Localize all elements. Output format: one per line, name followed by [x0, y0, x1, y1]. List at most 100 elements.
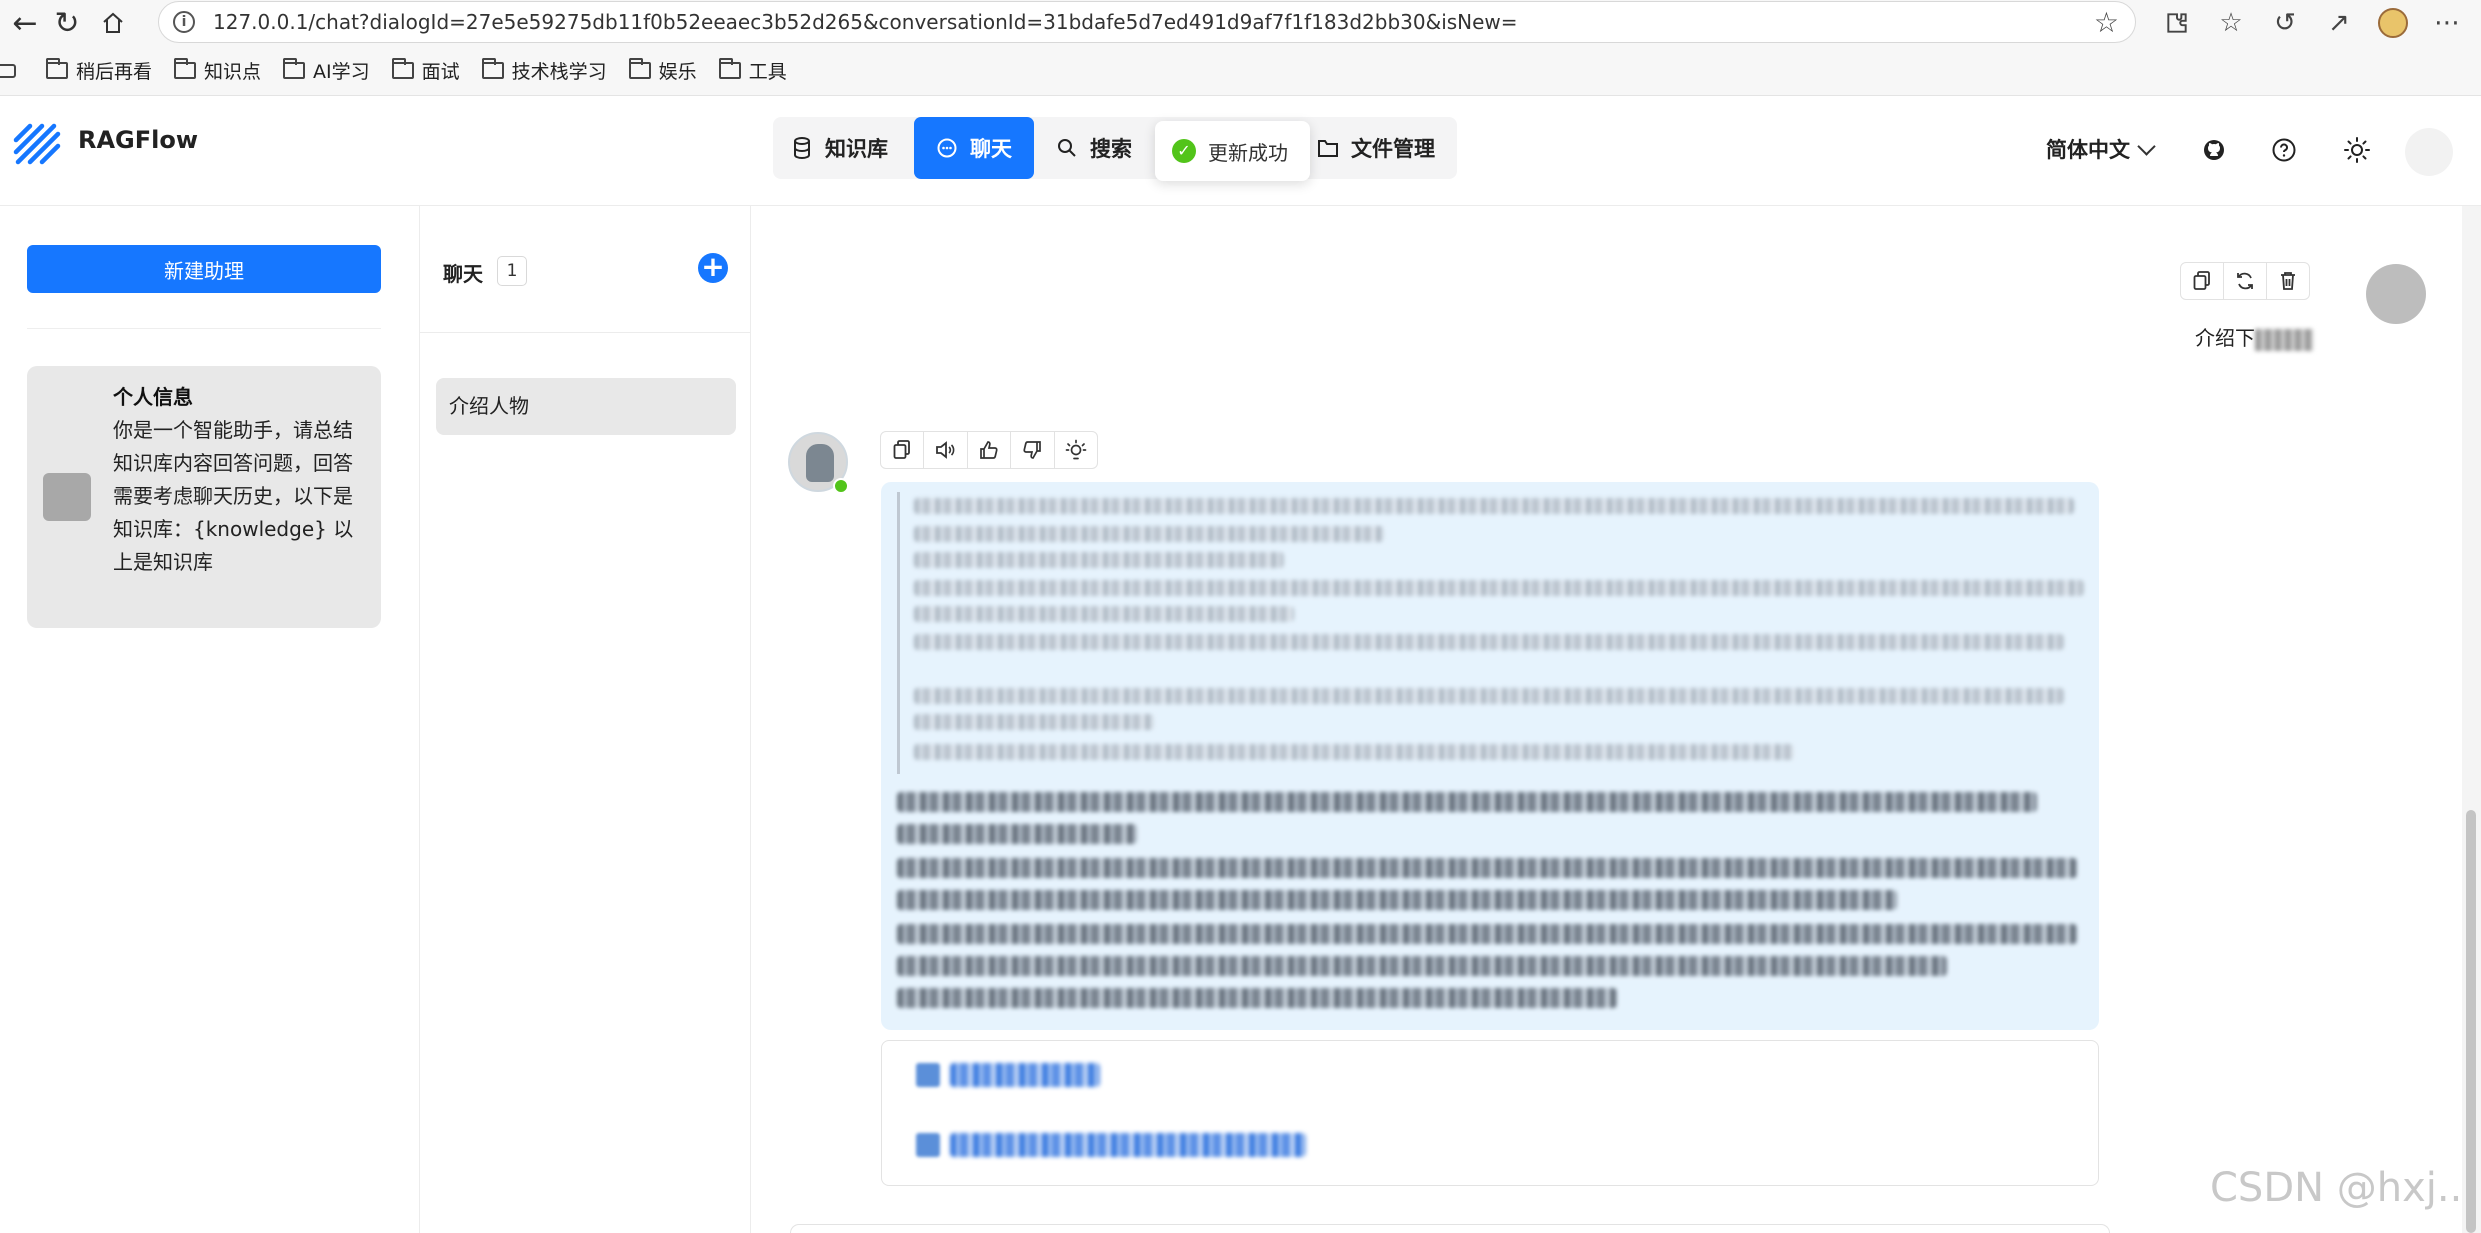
reload-icon[interactable]: ↻ — [42, 0, 92, 46]
ragflow-logo-icon[interactable] — [12, 118, 62, 168]
redacted-text — [897, 988, 1617, 1008]
redacted-text — [897, 890, 1897, 910]
site-info-icon[interactable]: i — [173, 11, 195, 33]
redacted-text — [897, 824, 1137, 844]
user-message-toolbar — [2180, 262, 2310, 300]
github-icon[interactable] — [2192, 128, 2236, 172]
tab-knowledge-base[interactable]: 知识库 — [791, 117, 888, 179]
redacted-text — [914, 714, 1154, 730]
conversation-header: 聊天 — [443, 262, 483, 286]
document-icon — [916, 1063, 940, 1087]
folder-icon — [174, 58, 197, 79]
redacted-text — [897, 924, 2077, 944]
reference-documents — [881, 1040, 2099, 1186]
history-icon[interactable]: ↺ — [2258, 0, 2312, 46]
folder-icon — [283, 58, 306, 79]
reference-link[interactable] — [950, 1133, 1306, 1157]
language-label: 简体中文 — [2046, 138, 2130, 162]
message-input[interactable] — [790, 1224, 2110, 1233]
redacted-text — [897, 858, 2077, 878]
lightbulb-icon[interactable] — [1055, 432, 1097, 468]
redacted-text — [914, 606, 1294, 622]
user-message-avatar — [2366, 264, 2426, 324]
favorite-star-icon[interactable]: ☆ — [2094, 6, 2119, 39]
bookmark-folder[interactable]: 面试 — [391, 57, 460, 84]
redacted-text — [914, 526, 1384, 542]
tab-label: 文件管理 — [1351, 137, 1435, 161]
divider — [27, 328, 381, 329]
new-assistant-button[interactable]: 新建助理 — [27, 245, 381, 293]
bookmark-label: 技术栈学习 — [511, 61, 607, 83]
speaker-icon[interactable] — [924, 432, 968, 468]
folder-icon — [628, 58, 651, 79]
regenerate-icon[interactable] — [2224, 263, 2267, 299]
bookmarks-toggle-icon[interactable] — [0, 63, 16, 78]
share-icon[interactable]: ↗ — [2312, 0, 2366, 46]
document-icon — [916, 1133, 940, 1157]
extensions-icon[interactable] — [2150, 0, 2204, 46]
address-bar[interactable]: i 127.0.0.1/chat?dialogId=27e5e59275db11… — [158, 1, 2136, 43]
assistant-message-bubble — [881, 482, 2099, 1030]
folder-icon — [1317, 137, 1339, 159]
chevron-down-icon — [2137, 136, 2156, 156]
toast-message: 更新成功 — [1208, 140, 1288, 165]
browser-toolbar: ← ↻ i 127.0.0.1/chat?dialogId=27e5e59275… — [0, 0, 2481, 46]
home-icon[interactable] — [88, 0, 138, 46]
bookmark-label: 工具 — [748, 61, 787, 83]
assistant-name: 个人信息 — [113, 385, 193, 409]
copy-icon[interactable] — [2181, 263, 2224, 299]
user-avatar[interactable] — [2405, 128, 2453, 176]
more-icon[interactable]: ⋯ — [2420, 0, 2474, 46]
conversation-item[interactable]: 介绍人物 — [436, 378, 736, 435]
scrollbar-thumb[interactable] — [2466, 810, 2476, 1233]
redacted-text — [914, 552, 1284, 568]
language-select[interactable]: 简体中文 — [2046, 134, 2156, 164]
assistant-card[interactable]: 个人信息 你是一个智能助手，请总结知识库内容回答问题，回答需要考虑聊天历史，以下… — [27, 366, 381, 628]
redacted-text — [914, 744, 1794, 760]
main-nav: 知识库 聊天 搜索 文件管理 — [773, 117, 1457, 179]
conversation-panel — [420, 206, 751, 1233]
redacted-text — [914, 688, 2064, 704]
redacted-text — [897, 792, 2037, 812]
copy-icon[interactable] — [881, 432, 925, 468]
tab-file-management[interactable]: 文件管理 — [1317, 117, 1435, 179]
tab-label: 聊天 — [970, 137, 1012, 161]
bookmark-label: AI学习 — [313, 61, 370, 83]
help-icon[interactable] — [2262, 128, 2306, 172]
bookmark-folder[interactable]: 娱乐 — [628, 57, 697, 84]
profile-icon[interactable] — [2366, 0, 2420, 46]
search-icon — [1056, 137, 1078, 159]
thumbs-up-icon[interactable] — [968, 432, 1012, 468]
tab-search[interactable]: 搜索 — [1056, 117, 1132, 179]
theme-toggle-icon[interactable] — [2335, 128, 2379, 172]
favorites-icon[interactable]: ☆ — [2204, 0, 2258, 46]
tab-label: 搜索 — [1090, 137, 1132, 161]
reference-link[interactable] — [950, 1063, 1100, 1087]
bookmark-folder[interactable]: 工具 — [718, 57, 787, 84]
assistant-sidebar — [0, 206, 420, 1233]
user-message-text: 介绍下 — [2195, 326, 2255, 350]
thinking-blockquote — [897, 492, 2084, 774]
delete-icon[interactable] — [2267, 263, 2309, 299]
bookmark-folder[interactable]: 稍后再看 — [46, 57, 152, 84]
success-toast: ✓ 更新成功 — [1155, 121, 1310, 181]
bookmark-label: 面试 — [421, 61, 460, 83]
bookmark-folder[interactable]: 技术栈学习 — [481, 57, 607, 84]
redacted-text — [2255, 328, 2313, 351]
tab-chat[interactable]: 聊天 — [914, 117, 1034, 179]
assistant-message-toolbar — [880, 431, 1098, 469]
bookmark-folder[interactable]: AI学习 — [283, 57, 370, 84]
brand-name[interactable]: RAGFlow — [78, 126, 198, 154]
bookmark-label: 稍后再看 — [76, 61, 153, 83]
add-conversation-icon[interactable]: + — [698, 253, 728, 283]
thumbs-down-icon[interactable] — [1011, 432, 1055, 468]
assistant-avatar — [43, 473, 91, 521]
database-icon — [791, 137, 813, 159]
assistant-description: 你是一个智能助手，请总结知识库内容回答问题，回答需要考虑聊天历史，以下是知识库：… — [113, 418, 354, 574]
bookmarks-bar: 稍后再看 知识点 AI学习 面试 技术栈学习 娱乐 工具 — [0, 46, 2481, 96]
bookmark-folder[interactable]: 知识点 — [174, 57, 261, 84]
redacted-text — [914, 498, 2074, 514]
check-circle-icon: ✓ — [1172, 139, 1196, 163]
folder-icon — [46, 58, 68, 79]
online-status-indicator — [833, 478, 849, 494]
